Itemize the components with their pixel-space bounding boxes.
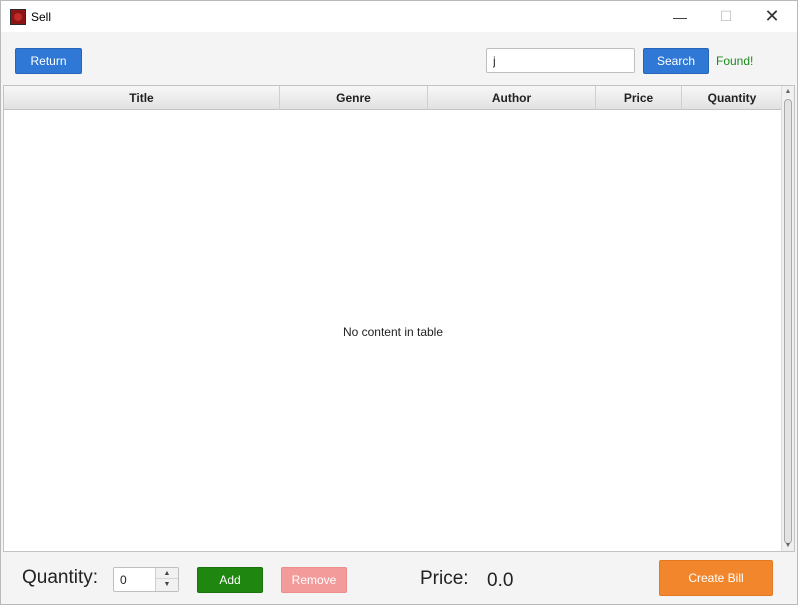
window-title: Sell bbox=[31, 10, 52, 24]
column-header-author[interactable]: Author bbox=[428, 86, 596, 110]
column-header-genre[interactable]: Genre bbox=[280, 86, 428, 110]
return-button[interactable]: Return bbox=[15, 48, 82, 74]
column-header-price[interactable]: Price bbox=[596, 86, 682, 110]
increment-icon[interactable]: ▲ bbox=[156, 568, 178, 579]
sell-window: Sell — ☐ ✕ Return Search Found! Title Ge… bbox=[0, 0, 798, 605]
column-header-title[interactable]: Title bbox=[4, 86, 280, 110]
create-bill-button[interactable]: Create Bill bbox=[659, 560, 773, 596]
books-table[interactable]: Title Genre Author Price Quantity No con… bbox=[3, 85, 795, 552]
quantity-label: Quantity: bbox=[22, 567, 99, 588]
search-input[interactable] bbox=[486, 48, 635, 73]
title-bar: Sell — ☐ ✕ bbox=[1, 1, 797, 32]
table-scrollbar[interactable]: ▲ ▼ bbox=[781, 86, 794, 551]
table-header: Title Genre Author Price Quantity bbox=[4, 86, 794, 110]
empty-table-message: No content in table bbox=[342, 325, 444, 339]
stepper-buttons: ▲ ▼ bbox=[155, 568, 178, 591]
scroll-up-icon[interactable]: ▲ bbox=[782, 86, 794, 97]
close-icon[interactable]: ✕ bbox=[749, 1, 795, 32]
remove-button[interactable]: Remove bbox=[281, 567, 347, 593]
decrement-icon[interactable]: ▼ bbox=[156, 579, 178, 590]
quantity-stepper[interactable]: 0 ▲ ▼ bbox=[113, 567, 179, 592]
maximize-icon[interactable]: ☐ bbox=[703, 1, 749, 32]
add-button[interactable]: Add bbox=[197, 567, 263, 593]
search-status-label: Found! bbox=[716, 54, 754, 68]
column-header-quantity[interactable]: Quantity bbox=[682, 86, 782, 110]
price-value: 0.0 bbox=[487, 570, 514, 591]
search-button[interactable]: Search bbox=[643, 48, 709, 74]
scroll-down-icon[interactable]: ▼ bbox=[782, 540, 794, 551]
quantity-stepper-value[interactable]: 0 bbox=[120, 573, 127, 587]
price-label: Price: bbox=[420, 568, 469, 589]
scrollbar-thumb[interactable] bbox=[784, 99, 792, 544]
app-icon bbox=[10, 9, 26, 25]
minimize-icon[interactable]: — bbox=[657, 1, 703, 32]
